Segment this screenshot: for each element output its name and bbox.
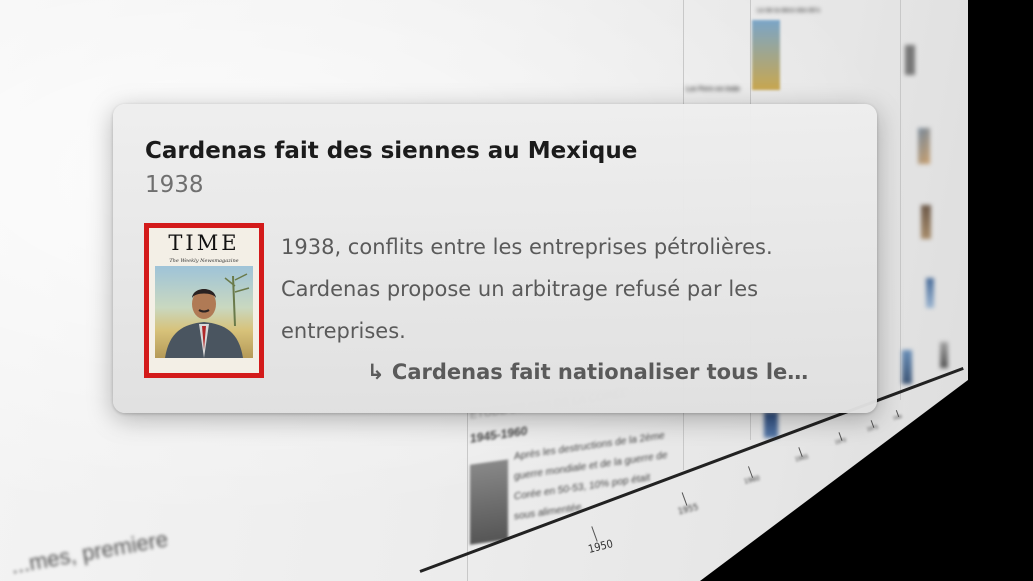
cover-subtitle: The Weekly Newsmagazine <box>169 258 239 264</box>
event-card-top-label: Loi Fern en Inde <box>686 86 741 93</box>
event-thumbnail <box>752 20 780 90</box>
return-arrow-icon: ↳ <box>367 360 385 384</box>
event-thumbnail <box>902 350 912 384</box>
popover-description: 1938, conflits entre les entreprises pét… <box>281 235 773 343</box>
cover-portrait <box>155 266 253 358</box>
case-study-text: Après les destructions de la 2ème guerre… <box>514 430 668 523</box>
event-popover[interactable]: Cardenas fait des siennes au Mexique 193… <box>113 104 877 413</box>
popover-read-more-link[interactable]: ↳ Cardenas fait nationaliser tous le… <box>367 360 808 384</box>
event-thumbnail <box>764 412 778 438</box>
event-card-top-right-label: Le de la déco des 60's <box>757 8 821 14</box>
popover-title: Cardenas fait des siennes au Mexique <box>145 138 638 164</box>
event-card-top-right[interactable]: Le de la déco des 60's <box>757 8 837 14</box>
time-magazine-cover-image[interactable]: TIME The Weekly Newsmagazine <box>144 223 264 378</box>
popover-more-text: Cardenas fait nationaliser tous le… <box>391 360 809 384</box>
event-thumbnail <box>940 342 948 368</box>
popover-year: 1938 <box>145 172 204 198</box>
event-card-top[interactable]: Loi Fern en Inde <box>686 86 746 93</box>
cover-title: TIME <box>168 231 240 255</box>
timeline-viewport: ÉTUDE DE CAS DE LA CORÉE 1945-1960 Après… <box>0 0 1033 581</box>
event-thumbnail <box>926 278 934 308</box>
event-thumbnail <box>918 128 930 164</box>
event-thumbnail <box>905 45 915 75</box>
event-thumbnail <box>921 205 931 239</box>
case-study-photo <box>470 459 508 545</box>
portrait-figure <box>165 273 250 358</box>
